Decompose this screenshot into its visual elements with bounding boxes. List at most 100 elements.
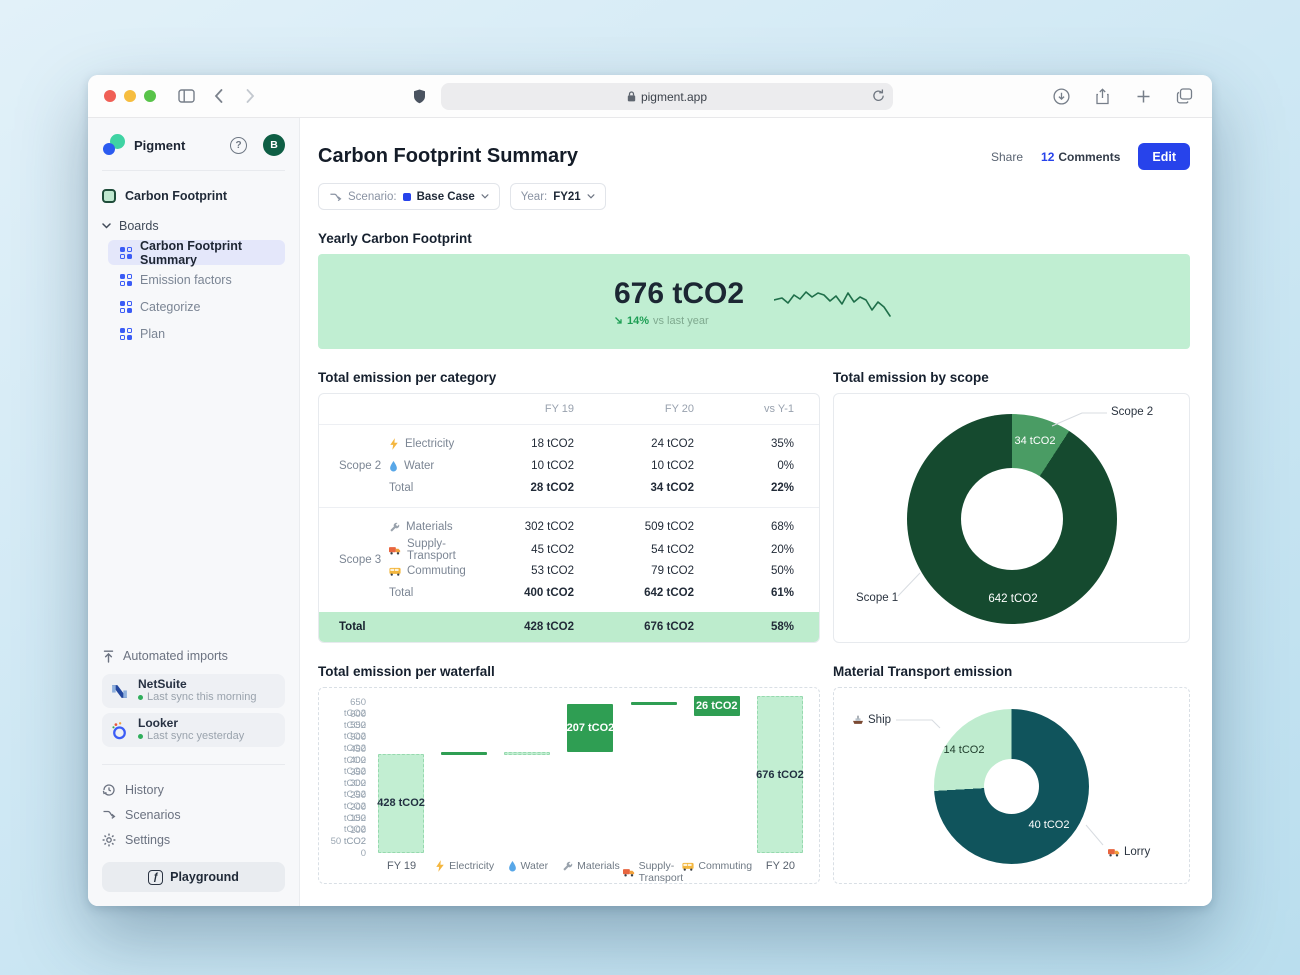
shield-icon[interactable] [407,85,431,109]
page-title: Carbon Footprint Summary [318,145,578,168]
table-cell: 428 tCO2 [513,621,574,633]
x-axis-label: Commuting [686,860,749,872]
kpi-sparkline [774,280,894,324]
waterfall-section-title: Total emission per waterfall [318,664,820,679]
waterfall-bar: 207 tCO2 [567,704,613,752]
commuting-icon [389,567,401,576]
table-cell: 676 tCO2 [574,621,694,633]
ship-callout-label: Ship [852,714,891,726]
back-icon[interactable] [206,84,230,108]
materials-icon [562,861,573,872]
scope2-value-label: 34 tCO2 [1005,435,1065,447]
playground-icon: ƒ [148,870,163,885]
lorry-icon [1108,848,1120,857]
x-axis-label: FY 19 [370,860,433,872]
zoom-button[interactable] [144,90,156,102]
year-selector[interactable]: Year: FY21 [510,183,606,210]
table-cell: 34 tCO2 [574,482,694,494]
table-row: Water10 tCO210 tCO20% [389,455,794,477]
edit-button[interactable]: Edit [1138,143,1190,170]
table-cell: 642 tCO2 [574,587,694,599]
sync-status-dot [138,734,143,739]
help-button[interactable]: ? [230,137,247,154]
pigment-logo [102,133,126,157]
table-cell: 10 tCO2 [574,460,694,472]
sidebar-item-workspace[interactable]: Carbon Footprint [102,183,285,209]
scenario-selector[interactable]: Scenario: Base Case [318,183,500,210]
x-axis-label: Supply-Transport [623,860,686,884]
table-cell: 53 tCO2 [493,565,574,577]
table-cell: 68% [694,521,794,533]
emission-category-table: FY 19FY 20vs Y-1Scope 2Electricity18 tCO… [318,393,820,643]
kpi-section-title: Yearly Carbon Footprint [318,231,1190,246]
sidebar-item-board-plan[interactable]: Plan [108,321,285,346]
lorry-value-label: 40 tCO2 [1019,819,1079,831]
reload-icon[interactable] [872,88,885,106]
scenarios-icon [102,808,116,821]
boards-toggle[interactable]: Boards [102,213,285,239]
chevron-down-icon [102,223,111,229]
import-netsuite[interactable]: NetSuite Last sync this morning [102,674,285,708]
electricity-icon [435,860,445,872]
waterfall-bar [441,752,487,755]
playground-button[interactable]: ƒ Playground [102,862,285,892]
workspace-label: Carbon Footprint [125,189,227,203]
url-field[interactable]: pigment.app [441,83,893,110]
new-tab-icon[interactable] [1131,84,1155,108]
table-cell: Total [339,621,409,633]
transport-donut [934,709,1089,864]
boards-label: Boards [119,219,159,233]
board-grid-icon [120,328,132,340]
sidebar-item-board-summary[interactable]: Carbon Footprint Summary [108,240,285,265]
table-cell: 20% [694,544,794,556]
table-col-header: FY 20 [574,403,694,415]
share-icon[interactable] [1090,84,1114,108]
x-axis-label: Materials [559,860,622,872]
downloads-icon[interactable] [1049,84,1073,108]
comments-button[interactable]: 12 Comments [1041,150,1120,164]
table-col-header: FY 19 [513,403,574,415]
sidebar-toggle-icon[interactable] [174,84,198,108]
minimize-button[interactable] [124,90,136,102]
share-button[interactable]: Share [991,150,1023,164]
automated-imports-label: Automated imports [102,644,285,668]
browser-window: pigment.app Pigm [88,75,1212,906]
x-axis-label: Electricity [433,860,496,872]
scope2-callout-label: Scope 2 [1111,406,1153,418]
transport-chart-title: Material Transport emission [833,664,1190,679]
browser-titlebar: pigment.app [88,75,1212,118]
scope-label: Scope 2 [319,433,389,499]
scenarios-icon [329,191,342,203]
table-total-row: Total428 tCO2676 tCO258% [319,612,819,642]
url-text: pigment.app [641,90,707,104]
sidebar-item-board-categorize[interactable]: Categorize [108,294,285,319]
sidebar-item-scenarios[interactable]: Scenarios [102,802,285,827]
history-icon [102,783,116,797]
scope-label: Scope 3 [319,516,389,604]
close-button[interactable] [104,90,116,102]
table-cell: 50% [694,565,794,577]
sidebar-item-board-emission-factors[interactable]: Emission factors [108,267,285,292]
sidebar-item-settings[interactable]: Settings [102,827,285,852]
bar-value-label: 26 tCO2 [696,700,738,712]
avatar[interactable]: B [263,134,285,156]
emission-by-scope-chart: 34 tCO2 642 tCO2 Scope 2 Scope 1 [833,393,1190,643]
sidebar-item-history[interactable]: History [102,777,285,802]
table-cell: 0% [694,460,794,472]
water-icon [508,861,517,872]
transport-icon [623,868,635,877]
water-icon [389,461,398,472]
lock-icon [627,91,636,102]
table-row: Commuting53 tCO279 tCO250% [389,560,794,582]
waterfall-bar [504,752,550,755]
tab-overview-icon[interactable] [1172,84,1196,108]
ship-icon [852,715,864,725]
forward-icon[interactable] [238,84,262,108]
x-axis-label: FY 20 [749,860,812,872]
gear-icon [102,833,116,847]
workspace-icon [102,189,116,203]
emission-waterfall-chart: 050 tCO2100 tCO2150 tCO2200 tCO2250 tCO2… [318,687,820,884]
import-looker[interactable]: Looker Last sync yesterday [102,713,285,747]
table-cell: 10 tCO2 [493,460,574,472]
bar-value-label: 428 tCO2 [377,797,425,809]
